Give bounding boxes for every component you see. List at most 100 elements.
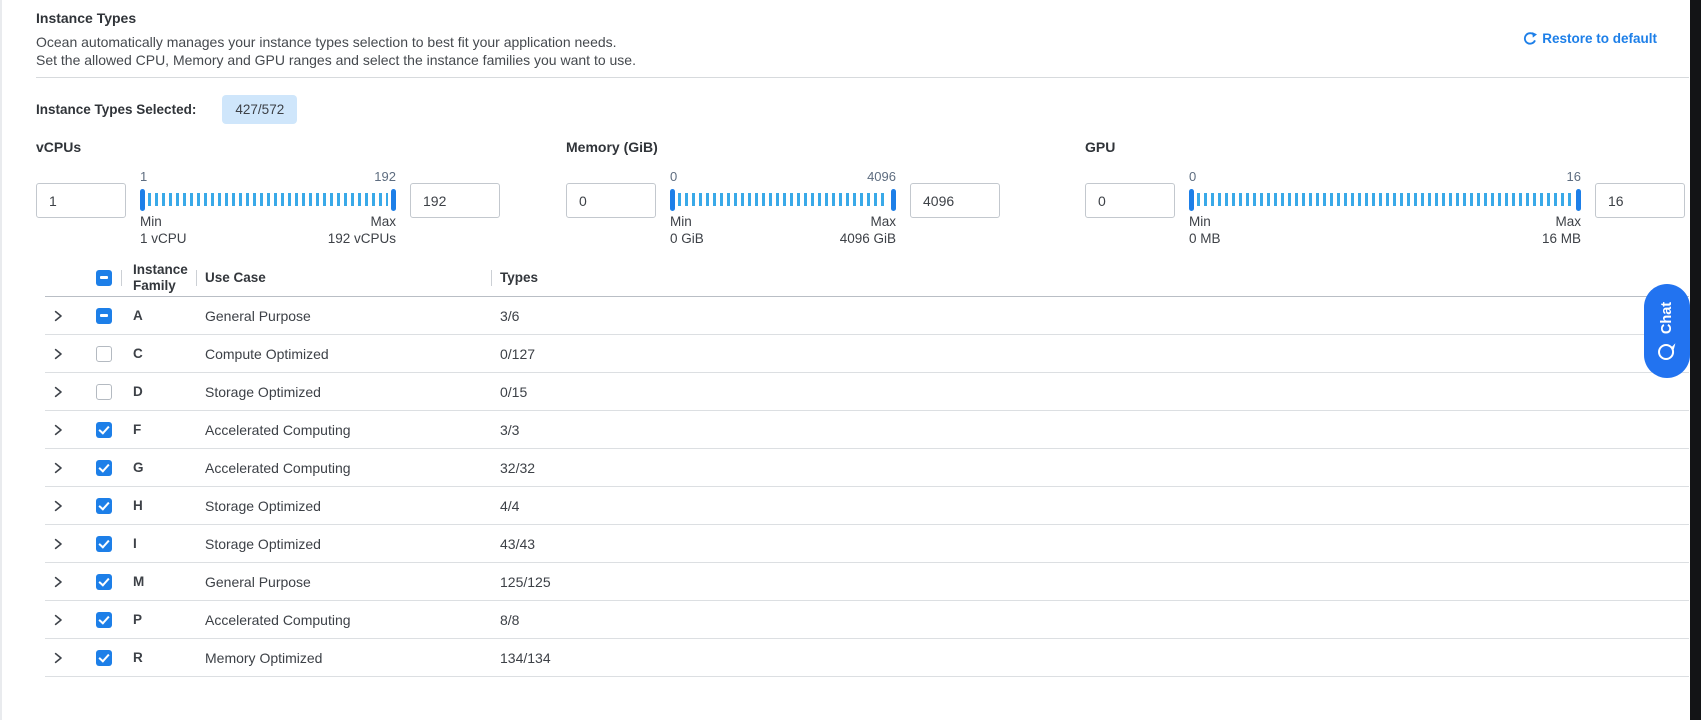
panel-left-edge xyxy=(0,0,2,720)
min-value-input[interactable] xyxy=(566,183,656,218)
table-header-row: Instance Family Use Case Types xyxy=(45,259,1689,297)
types-cell: 0/127 xyxy=(491,346,1689,362)
max-value-input[interactable] xyxy=(1595,183,1685,218)
max-caption: Max xyxy=(1555,214,1581,230)
chevron-right-icon[interactable] xyxy=(51,309,65,323)
max-value-input[interactable] xyxy=(410,183,500,218)
types-cell: 43/43 xyxy=(491,536,1689,552)
use-case-cell: Memory Optimized xyxy=(196,650,491,666)
min-sub-caption: 1 vCPU xyxy=(140,231,187,247)
max-caption: Max xyxy=(370,214,396,230)
row-checkbox[interactable] xyxy=(96,612,112,628)
family-cell: P xyxy=(121,612,196,628)
row-checkbox[interactable] xyxy=(96,650,112,666)
types-cell: 3/6 xyxy=(491,308,1689,324)
min-caption: Min xyxy=(1189,214,1211,230)
use-case-cell: Storage Optimized xyxy=(196,498,491,514)
slider-title: GPU xyxy=(1085,139,1685,156)
chat-button[interactable]: Chat xyxy=(1644,284,1690,378)
row-checkbox[interactable] xyxy=(96,536,112,552)
slider-track-block: 0 4096 Min Max 0 GiB 4096 GiB xyxy=(656,169,910,247)
slider-track xyxy=(140,189,396,211)
min-value-input[interactable] xyxy=(1085,183,1175,218)
family-cell: F xyxy=(121,422,196,438)
types-cell: 125/125 xyxy=(491,574,1689,590)
family-cell: M xyxy=(121,574,196,590)
row-checkbox[interactable] xyxy=(96,422,112,438)
family-cell: D xyxy=(121,384,196,400)
slider-ticks xyxy=(678,193,888,206)
slider-track xyxy=(670,189,896,211)
family-cell: C xyxy=(121,346,196,362)
slider-ticks xyxy=(1197,193,1573,206)
chevron-right-icon[interactable] xyxy=(51,613,65,627)
use-case-cell: Accelerated Computing xyxy=(196,422,491,438)
row-checkbox[interactable] xyxy=(96,574,112,590)
family-cell: G xyxy=(121,460,196,476)
chevron-right-icon[interactable] xyxy=(51,461,65,475)
chevron-right-icon[interactable] xyxy=(51,537,65,551)
row-checkbox[interactable] xyxy=(96,384,112,400)
selected-count-badge: 427/572 xyxy=(222,95,297,124)
slider-min-handle[interactable] xyxy=(670,189,675,211)
slider-group: GPU 0 16 Min Max 0 MB 16 xyxy=(1085,139,1685,247)
instance-family-row: R Memory Optimized 134/134 xyxy=(45,639,1689,677)
min-sub-caption: 0 MB xyxy=(1189,231,1221,247)
header-use-case: Use Case xyxy=(196,270,491,285)
min-caption: Min xyxy=(140,214,162,230)
chat-bubble-icon xyxy=(1658,342,1677,361)
family-cell: A xyxy=(121,308,196,324)
chevron-right-icon[interactable] xyxy=(51,347,65,361)
chevron-right-icon[interactable] xyxy=(51,423,65,437)
types-cell: 3/3 xyxy=(491,422,1689,438)
instance-family-row: G Accelerated Computing 32/32 xyxy=(45,449,1689,487)
slider-min-handle[interactable] xyxy=(1189,189,1194,211)
slider-title: Memory (GiB) xyxy=(566,139,1000,156)
instance-family-row: P Accelerated Computing 8/8 xyxy=(45,601,1689,639)
slider-min-tick-label: 0 xyxy=(1189,169,1196,189)
slider-max-handle[interactable] xyxy=(1576,189,1581,211)
instance-types-panel: Instance Types Ocean automatically manag… xyxy=(36,0,1689,677)
slider-ticks xyxy=(148,193,388,206)
row-checkbox[interactable] xyxy=(96,308,112,324)
types-cell: 134/134 xyxy=(491,650,1689,666)
header-types: Types xyxy=(491,270,1689,285)
chevron-right-icon[interactable] xyxy=(51,651,65,665)
chevron-right-icon[interactable] xyxy=(51,575,65,589)
types-cell: 8/8 xyxy=(491,612,1689,628)
slider-min-tick-label: 0 xyxy=(670,169,677,189)
use-case-cell: Accelerated Computing xyxy=(196,612,491,628)
min-caption: Min xyxy=(670,214,692,230)
min-sub-caption: 0 GiB xyxy=(670,231,704,247)
row-checkbox[interactable] xyxy=(96,460,112,476)
slider-min-handle[interactable] xyxy=(140,189,145,211)
description-line-2: Set the allowed CPU, Memory and GPU rang… xyxy=(36,51,1689,69)
slider-max-handle[interactable] xyxy=(891,189,896,211)
family-cell: H xyxy=(121,498,196,514)
slider-track-block: 0 16 Min Max 0 MB 16 MB xyxy=(1175,169,1595,247)
row-checkbox[interactable] xyxy=(96,346,112,362)
instance-families-table: Instance Family Use Case Types A General… xyxy=(45,259,1689,677)
max-sub-caption: 16 MB xyxy=(1542,231,1581,247)
family-cell: R xyxy=(121,650,196,666)
max-sub-caption: 4096 GiB xyxy=(840,231,896,247)
min-value-input[interactable] xyxy=(36,183,126,218)
use-case-cell: Accelerated Computing xyxy=(196,460,491,476)
slider-min-tick-label: 1 xyxy=(140,169,147,189)
chevron-right-icon[interactable] xyxy=(51,385,65,399)
slider-max-tick-label: 4096 xyxy=(867,169,896,189)
select-all-checkbox[interactable] xyxy=(96,270,112,286)
row-checkbox[interactable] xyxy=(96,498,112,514)
description-line-1: Ocean automatically manages your instanc… xyxy=(36,33,1689,51)
max-value-input[interactable] xyxy=(910,183,1000,218)
sliders-section: vCPUs 1 192 Min Max 1 vCPU xyxy=(36,139,1689,247)
instance-family-row: H Storage Optimized 4/4 xyxy=(45,487,1689,525)
header-instance-family: Instance Family xyxy=(121,262,196,294)
instance-family-row: F Accelerated Computing 3/3 xyxy=(45,411,1689,449)
table-body: A General Purpose 3/6 C Compute Optimize… xyxy=(45,297,1689,677)
slider-max-handle[interactable] xyxy=(391,189,396,211)
restore-to-default-label: Restore to default xyxy=(1542,31,1657,46)
restore-to-default-button[interactable]: Restore to default xyxy=(1523,31,1657,46)
chevron-right-icon[interactable] xyxy=(51,499,65,513)
types-cell: 4/4 xyxy=(491,498,1689,514)
